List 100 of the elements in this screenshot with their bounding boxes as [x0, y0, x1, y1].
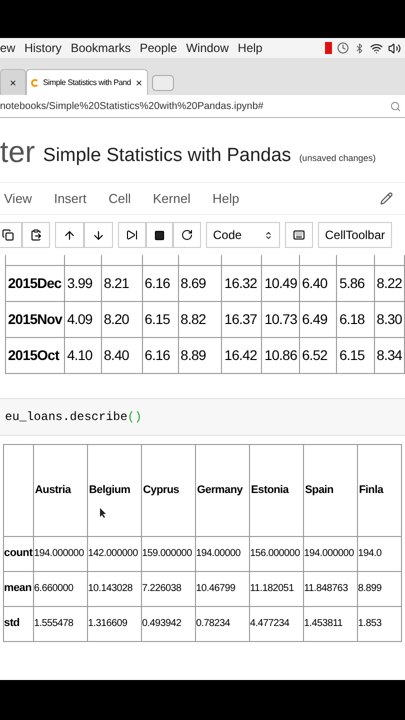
paste-button[interactable] — [22, 222, 50, 248]
table-cell: 10.143028 — [88, 571, 142, 606]
table-cell: 16.32 — [222, 265, 262, 301]
volume-icon — [388, 42, 401, 54]
stop-icon — [154, 230, 165, 240]
cell-type-select[interactable]: Code — [206, 222, 280, 248]
table-cell: 5.86 — [336, 265, 374, 301]
row-label: 2015Oct — [6, 337, 65, 373]
close-icon[interactable] — [134, 78, 143, 86]
keyboard-button[interactable] — [285, 222, 313, 248]
edit-icon[interactable] — [380, 192, 393, 205]
table-cell: 8.22 — [374, 265, 404, 301]
column-header: Spain — [304, 444, 358, 536]
menu-item[interactable]: Cell — [108, 188, 131, 208]
table-cell: 10.49 — [262, 265, 300, 301]
table-cell: 6.18 — [336, 301, 374, 337]
menu-item[interactable]: View — [4, 188, 32, 208]
menu-item[interactable]: Bookmarks — [70, 39, 131, 57]
search-icon[interactable] — [390, 100, 401, 112]
table-cell: 8.899 — [358, 571, 402, 606]
table-cell: 8.89 — [178, 337, 222, 373]
table-cell: 4.10 — [64, 337, 102, 373]
table-cell: 156.000000 — [250, 536, 304, 571]
table-cell: 194.0 — [358, 536, 402, 571]
column-header: Cyprus — [142, 444, 196, 536]
code-cell[interactable]: eu_loans.describe() — [0, 398, 405, 436]
column-header: Austria — [34, 444, 88, 536]
copy-button[interactable] — [0, 222, 22, 248]
menu-item[interactable]: People — [140, 39, 178, 57]
clock-icon — [337, 42, 349, 54]
restart-button[interactable] — [173, 222, 201, 248]
keyboard-icon — [293, 229, 305, 241]
move-up-button[interactable] — [55, 222, 84, 248]
menu-item[interactable]: Kernel — [152, 188, 190, 208]
table-cell: 11.182051 — [250, 571, 304, 606]
table-cell: 6.40 — [300, 265, 337, 301]
move-down-button[interactable] — [84, 222, 113, 248]
table-cell: 4.477234 — [250, 606, 304, 641]
close-icon[interactable] — [9, 78, 17, 86]
table-cell: 16.42 — [222, 337, 262, 373]
menu-item[interactable]: History — [24, 39, 62, 57]
notebook-title[interactable]: Simple Statistics with Pandas — [43, 146, 292, 165]
table-cell: 6.660000 — [34, 571, 88, 606]
code-text: eu_loans.describe — [5, 410, 128, 424]
row-label: mean — [4, 571, 34, 606]
column-header: Finla — [358, 444, 402, 536]
table-cell: 8.40 — [101, 337, 142, 373]
row-label: 2015Dec — [6, 265, 65, 301]
down-arrow-icon — [92, 228, 105, 242]
table-cell: 8.82 — [178, 301, 222, 337]
restart-icon — [181, 229, 193, 241]
url-text: notebooks/Simple%20Statistics%20with%20Pandas.ipynb# — [0, 100, 264, 114]
celltoolbar-button[interactable]: CellToolbar — [318, 222, 392, 248]
row-label: count — [4, 536, 34, 571]
up-arrow-icon — [63, 228, 76, 242]
row-label: std — [4, 606, 34, 641]
menu-item[interactable]: Help — [238, 39, 262, 57]
save-status: (unsaved changes) — [299, 152, 376, 165]
logo-text: ter — [0, 138, 36, 168]
tab-title: Simple Statistics with Pand — [43, 76, 131, 88]
table-cell: 10.86 — [262, 337, 300, 373]
skip-forward-icon — [126, 229, 138, 241]
copy-icon — [2, 229, 14, 241]
menu-item[interactable]: Help — [212, 188, 240, 208]
chevron-icon — [264, 230, 273, 240]
table-cell: 7.226038 — [142, 571, 196, 606]
menu-item[interactable]: Insert — [54, 188, 86, 208]
table-cell: 6.15 — [142, 301, 178, 337]
pointer-icon — [100, 508, 106, 518]
table-cell: 6.16 — [142, 337, 178, 373]
column-header: Germany — [196, 444, 250, 536]
battery-status-icon — [325, 42, 332, 54]
table-cell: 11.848763 — [304, 571, 358, 606]
table-cell: 3.99 — [64, 265, 102, 301]
menu-item[interactable]: Window — [186, 39, 229, 57]
browser-tab[interactable]: Simple Statistics with Pand — [26, 69, 148, 95]
table-cell: 6.49 — [300, 301, 337, 337]
column-header: Estonia — [250, 444, 304, 536]
run-button[interactable] — [118, 222, 146, 248]
row-label: 2015Nov — [6, 301, 65, 337]
menu-item[interactable]: ew — [0, 39, 16, 57]
table-cell: 8.20 — [101, 301, 142, 337]
table-cell: 6.15 — [336, 337, 374, 373]
table-cell: 0.78234 — [196, 606, 250, 641]
table-cell: 1.853 — [358, 606, 402, 641]
table-cell: 6.52 — [300, 337, 337, 373]
table-cell: 142.000000 — [88, 536, 142, 571]
bluetooth-icon — [354, 42, 365, 54]
table-cell: 1.555478 — [34, 606, 88, 641]
table-cell: 4.09 — [64, 301, 102, 337]
table-cell: 8.30 — [374, 301, 404, 337]
parens-text: () — [127, 410, 142, 424]
table-cell: 10.46799 — [196, 571, 250, 606]
table-cell: 8.69 — [178, 265, 222, 301]
table-cell: 16.37 — [222, 301, 262, 337]
table-cell: 194.000000 — [34, 536, 88, 571]
stop-button[interactable] — [146, 222, 173, 248]
loading-icon — [31, 78, 39, 86]
table-cell: 159.000000 — [142, 536, 196, 571]
table-cell: 1.316609 — [88, 606, 142, 641]
